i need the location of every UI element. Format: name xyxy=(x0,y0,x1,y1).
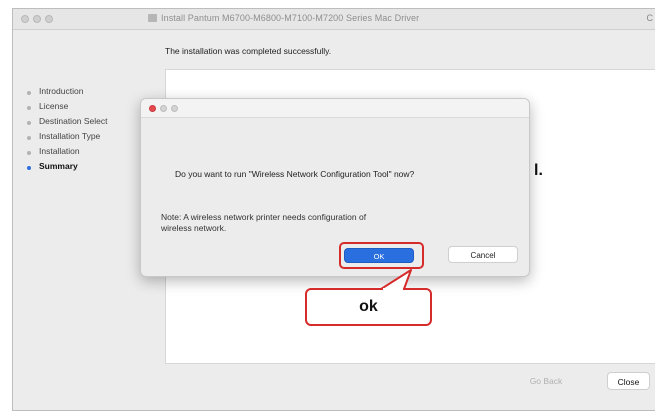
dialog-minimize-dot xyxy=(160,105,167,112)
step-bullet-icon xyxy=(27,151,31,155)
window-titlebar: Install Pantum M6700-M6800-M7100-M7200 S… xyxy=(13,9,655,30)
window-minimize-dot[interactable] xyxy=(33,15,41,23)
step-label: Destination Select xyxy=(39,116,108,126)
dialog-note: Note: A wireless network printer needs c… xyxy=(161,212,461,234)
installer-steps: Introduction License Destination Select Ins… xyxy=(23,86,143,176)
package-icon xyxy=(148,14,157,22)
step-bullet-icon xyxy=(27,106,31,110)
cancel-button[interactable]: Cancel xyxy=(448,246,518,263)
window-edge-char: C xyxy=(646,13,654,23)
step-item: Destination Select xyxy=(23,116,143,131)
dialog-close-dot[interactable] xyxy=(149,105,156,112)
step-item: License xyxy=(23,101,143,116)
ok-highlight-box xyxy=(339,242,424,269)
step-label: License xyxy=(39,101,69,111)
window-zoom-dot[interactable] xyxy=(45,15,53,23)
step-bullet-icon xyxy=(27,136,31,140)
dialog-titlebar xyxy=(141,99,529,118)
step-label: Installation Type xyxy=(39,131,101,141)
step-bullet-icon xyxy=(27,91,31,95)
wireless-config-dialog: Do you want to run "Wireless Network Con… xyxy=(140,98,530,277)
content-peek-text: l. xyxy=(534,162,543,179)
step-label: Installation xyxy=(39,146,80,156)
ok-callout: ok xyxy=(305,288,432,326)
dialog-note-line-1: Note: A wireless network printer needs c… xyxy=(161,212,367,222)
step-item: Introduction xyxy=(23,86,143,101)
window-close-dot[interactable] xyxy=(21,15,29,23)
step-item: Installation xyxy=(23,146,143,161)
step-label: Introduction xyxy=(39,86,84,96)
dialog-note-line-2: wireless network. xyxy=(161,223,227,233)
step-bullet-icon xyxy=(27,166,31,170)
go-back-button[interactable]: Go Back xyxy=(523,372,569,390)
close-button[interactable]: Close xyxy=(607,372,650,390)
dialog-zoom-dot xyxy=(171,105,178,112)
completion-headline: The installation was completed successfu… xyxy=(165,46,332,56)
window-title: Install Pantum M6700-M6800-M7100-M7200 S… xyxy=(148,13,419,23)
dialog-question: Do you want to run "Wireless Network Con… xyxy=(175,169,415,179)
step-bullet-icon xyxy=(27,121,31,125)
step-item: Installation Type xyxy=(23,131,143,146)
step-label: Summary xyxy=(39,161,78,171)
step-item: Summary xyxy=(23,161,143,176)
window-title-text: Install Pantum M6700-M6800-M7100-M7200 S… xyxy=(161,13,420,23)
